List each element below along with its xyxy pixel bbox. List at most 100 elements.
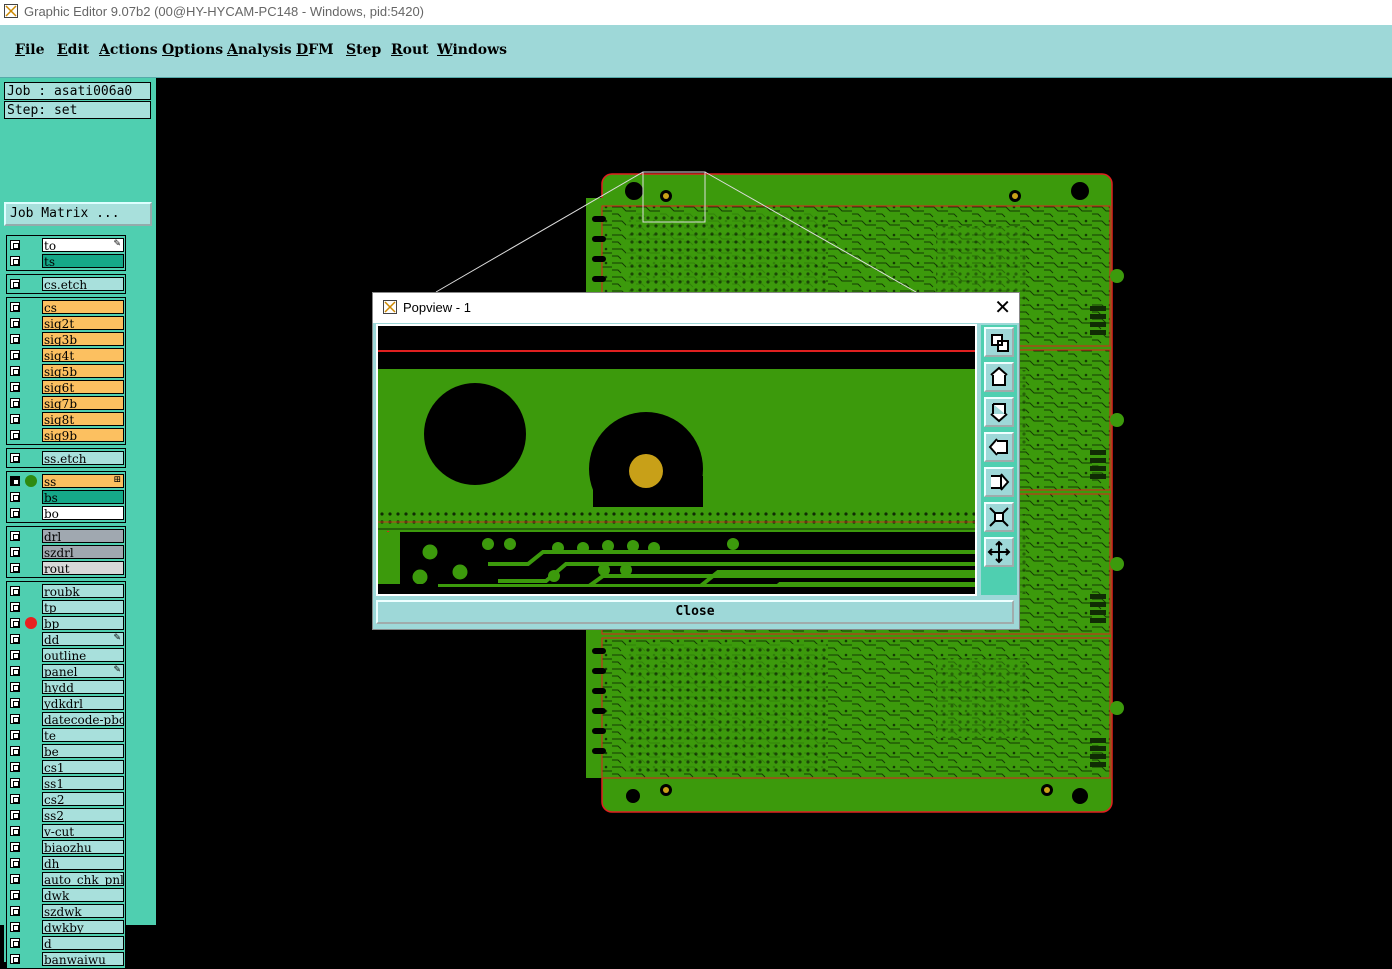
layer-name[interactable]: ts — [42, 254, 124, 268]
layer-checkbox[interactable] — [10, 508, 20, 518]
layer-checkbox[interactable] — [10, 826, 20, 836]
layer-row-szdwk[interactable]: szdwk — [7, 903, 125, 919]
layer-row-cs[interactable]: cs — [7, 299, 125, 315]
layer-name[interactable]: ss2 — [42, 808, 124, 822]
layer-checkbox[interactable] — [10, 650, 20, 660]
layer-checkbox[interactable] — [10, 666, 20, 676]
layer-checkbox[interactable] — [10, 890, 20, 900]
layer-checkbox[interactable] — [10, 954, 20, 964]
layer-name[interactable]: hydd — [42, 680, 124, 694]
layer-checkbox[interactable] — [10, 240, 20, 250]
layer-checkbox[interactable] — [10, 778, 20, 788]
layer-name[interactable]: biaozhu — [42, 840, 124, 854]
zoom-out-button[interactable] — [984, 537, 1014, 567]
layer-row-cs1[interactable]: cs1 — [7, 759, 125, 775]
layer-name[interactable]: auto_chk_pnl — [42, 872, 124, 886]
layer-name[interactable]: outline — [42, 648, 124, 662]
layer-row-cs-etch[interactable]: cs.etch — [7, 276, 125, 292]
layer-row-sig8t[interactable]: sig8t — [7, 411, 125, 427]
layer-row-outline[interactable]: outline — [7, 647, 125, 663]
layer-name[interactable]: datecode-pbo — [42, 712, 124, 726]
layer-name[interactable]: sig7b — [42, 396, 124, 410]
layer-checkbox[interactable] — [10, 382, 20, 392]
close-button[interactable]: Close — [376, 600, 1014, 624]
layer-row-dh[interactable]: dh — [7, 855, 125, 871]
layer-checkbox[interactable] — [10, 906, 20, 916]
menu-edit[interactable]: Edit — [57, 42, 89, 58]
layer-row-dwkby[interactable]: dwkby — [7, 919, 125, 935]
layer-row-cs2[interactable]: cs2 — [7, 791, 125, 807]
layer-row-ss1[interactable]: ss1 — [7, 775, 125, 791]
layer-checkbox[interactable] — [10, 350, 20, 360]
layer-name[interactable]: banwaiwu — [42, 952, 124, 966]
layer-name[interactable]: szdrl — [42, 545, 124, 559]
layer-row-ss2[interactable]: ss2 — [7, 807, 125, 823]
layer-row-sig6t[interactable]: sig6t — [7, 379, 125, 395]
layer-row-hydd[interactable]: hydd — [7, 679, 125, 695]
layer-row-sig5b[interactable]: sig5b — [7, 363, 125, 379]
layer-checkbox[interactable] — [10, 794, 20, 804]
layer-row-ss[interactable]: ss ⊞ — [7, 473, 125, 489]
layer-row-to[interactable]: to ✎ — [7, 237, 125, 253]
layer-row-bo[interactable]: bo — [7, 505, 125, 521]
layer-name[interactable]: rout — [42, 561, 124, 575]
pan-down-button[interactable] — [984, 397, 1014, 427]
menu-step[interactable]: Step — [346, 42, 381, 58]
layer-row-datecode-pbo[interactable]: datecode-pbo — [7, 711, 125, 727]
layer-checkbox[interactable] — [10, 414, 20, 424]
layer-row-dwk[interactable]: dwk — [7, 887, 125, 903]
layer-name[interactable]: sig6t — [42, 380, 124, 394]
layer-row-ss-etch[interactable]: ss.etch — [7, 450, 125, 466]
layer-name[interactable]: ss — [42, 474, 124, 488]
layer-checkbox[interactable] — [10, 531, 20, 541]
layer-row-d[interactable]: d — [7, 935, 125, 951]
menu-windows[interactable]: Windows — [437, 42, 507, 58]
close-icon[interactable]: ✕ — [994, 295, 1011, 320]
layer-name[interactable]: to — [42, 238, 124, 252]
layer-checkbox[interactable] — [10, 453, 20, 463]
layer-name[interactable]: tp — [42, 600, 124, 614]
layer-row-auto-chk-pnl[interactable]: auto_chk_pnl — [7, 871, 125, 887]
layer-row-drl[interactable]: drl — [7, 528, 125, 544]
layer-checkbox[interactable] — [10, 698, 20, 708]
menu-analysis[interactable]: Analysis — [227, 42, 292, 58]
layer-row-biaozhu[interactable]: biaozhu — [7, 839, 125, 855]
layer-checkbox[interactable] — [10, 842, 20, 852]
layer-checkbox[interactable] — [10, 810, 20, 820]
layer-name[interactable]: dwkby — [42, 920, 124, 934]
layer-name[interactable]: v-cut — [42, 824, 124, 838]
layer-checkbox[interactable] — [10, 730, 20, 740]
menu-rout[interactable]: Rout — [391, 42, 429, 58]
job-matrix-button[interactable]: Job Matrix ... — [4, 202, 152, 226]
layer-row-bp[interactable]: bp — [7, 615, 125, 631]
layer-row-dd[interactable]: dd ✎ — [7, 631, 125, 647]
menu-options[interactable]: Options — [162, 42, 223, 58]
layer-checkbox[interactable] — [10, 366, 20, 376]
layer-name[interactable]: cs — [42, 300, 124, 314]
layer-row-roubk[interactable]: roubk — [7, 583, 125, 599]
layer-row-sig7b[interactable]: sig7b — [7, 395, 125, 411]
layer-name[interactable]: sig8t — [42, 412, 124, 426]
layer-row-be[interactable]: be — [7, 743, 125, 759]
layer-checkbox[interactable] — [10, 279, 20, 289]
layer-row-banwaiwu[interactable]: banwaiwu — [7, 951, 125, 967]
layer-name[interactable]: sig9b — [42, 428, 124, 442]
layer-checkbox[interactable] — [10, 938, 20, 948]
layer-name[interactable]: cs.etch — [42, 277, 124, 291]
layer-checkbox[interactable] — [10, 858, 20, 868]
layer-row-v-cut[interactable]: v-cut — [7, 823, 125, 839]
layer-row-sig9b[interactable]: sig9b — [7, 427, 125, 443]
layer-name[interactable]: te — [42, 728, 124, 742]
layer-checkbox[interactable] — [10, 602, 20, 612]
layer-row-szdrl[interactable]: szdrl — [7, 544, 125, 560]
layer-name[interactable]: sig4t — [42, 348, 124, 362]
layer-name[interactable]: bo — [42, 506, 124, 520]
layer-name[interactable]: be — [42, 744, 124, 758]
layer-name[interactable]: bs — [42, 490, 124, 504]
layer-checkbox[interactable] — [10, 634, 20, 644]
layer-name[interactable]: roubk — [42, 584, 124, 598]
layer-checkbox[interactable] — [10, 398, 20, 408]
layer-name[interactable]: ydkdrl — [42, 696, 124, 710]
layer-name[interactable]: cs1 — [42, 760, 124, 774]
pan-left-button[interactable] — [984, 432, 1014, 462]
